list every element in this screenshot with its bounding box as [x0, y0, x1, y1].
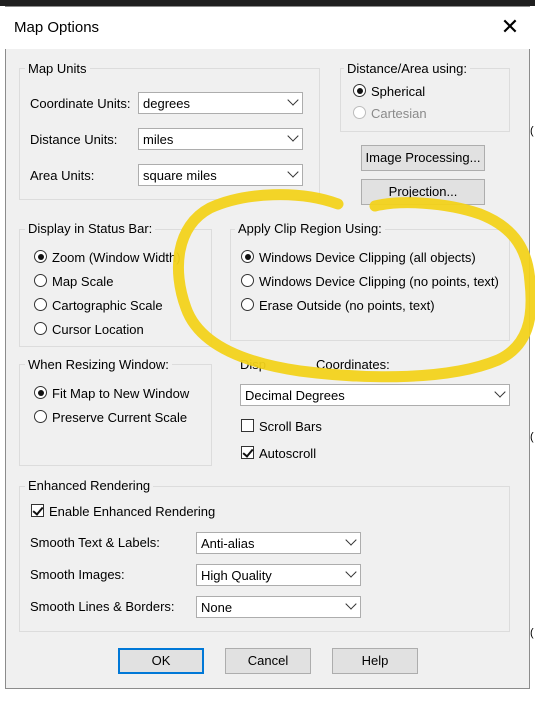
annotation-stroke: [172, 189, 535, 383]
highlight-annotation: [172, 189, 535, 383]
